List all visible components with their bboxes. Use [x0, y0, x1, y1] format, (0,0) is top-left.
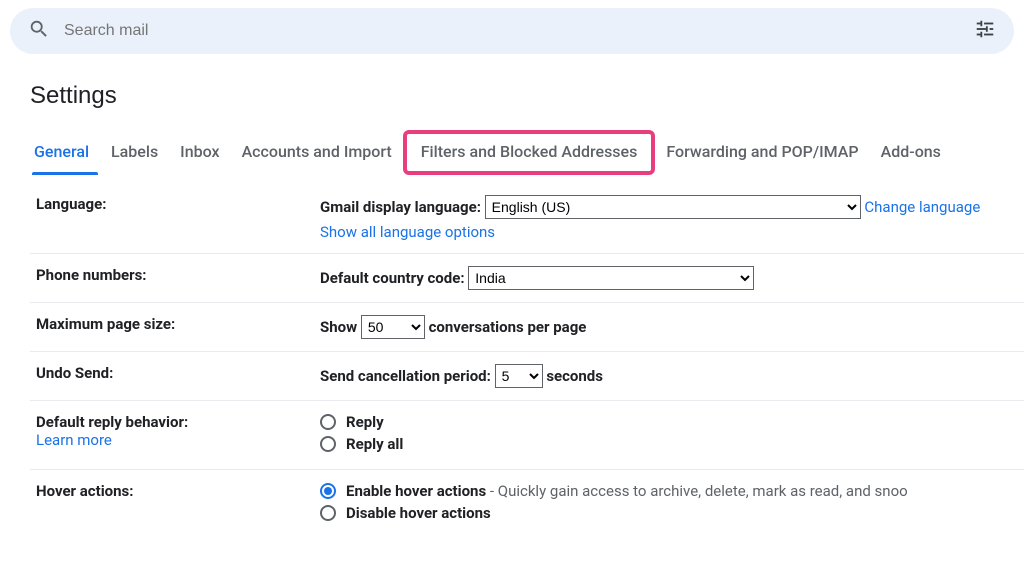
- label-cancellation: Send cancellation period:: [320, 367, 491, 385]
- label-country-code: Default country code:: [320, 269, 465, 287]
- tab-addons[interactable]: Add-ons: [870, 134, 952, 175]
- label-show: Show: [320, 318, 357, 336]
- row-phone: Phone numbers: Default country code: Ind…: [30, 254, 1024, 303]
- label-undo: Undo Send:: [36, 364, 113, 382]
- label-disable-hover: Disable hover actions: [346, 504, 491, 522]
- settings-tabs: General Labels Inbox Accounts and Import…: [30, 134, 1024, 175]
- row-hover: Hover actions: Enable hover actions - Qu…: [30, 470, 1024, 538]
- select-pagesize[interactable]: 50: [361, 315, 425, 339]
- label-opt-replyall: Reply all: [346, 435, 403, 453]
- tab-accounts[interactable]: Accounts and Import: [231, 134, 403, 175]
- tab-forwarding[interactable]: Forwarding and POP/IMAP: [655, 134, 869, 175]
- label-phone: Phone numbers:: [36, 266, 147, 284]
- settings-panel: Settings General Labels Inbox Accounts a…: [0, 64, 1024, 538]
- search-input[interactable]: [64, 22, 974, 40]
- row-language: Language: Gmail display language: Englis…: [30, 183, 1024, 254]
- label-display-language: Gmail display language:: [320, 198, 481, 216]
- search-bar: [10, 8, 1014, 54]
- row-pagesize: Maximum page size: Show 50 conversations…: [30, 303, 1024, 352]
- tab-filters-blocked[interactable]: Filters and Blocked Addresses: [403, 130, 656, 175]
- select-undo-period[interactable]: 5: [495, 364, 543, 388]
- label-seconds: seconds: [546, 367, 603, 385]
- row-undo: Undo Send: Send cancellation period: 5 s…: [30, 352, 1024, 401]
- select-country-code[interactable]: India: [468, 266, 754, 290]
- link-change-language[interactable]: Change language: [864, 198, 980, 216]
- tab-general[interactable]: General: [30, 134, 100, 175]
- page-title: Settings: [30, 82, 1024, 110]
- link-learn-more[interactable]: Learn more: [36, 431, 112, 449]
- row-reply-behavior: Default reply behavior: Learn more Reply…: [30, 401, 1024, 470]
- select-display-language[interactable]: English (US): [485, 195, 861, 219]
- radio-reply-all[interactable]: [320, 436, 336, 452]
- search-icon[interactable]: [28, 18, 50, 44]
- tune-icon[interactable]: [974, 18, 996, 44]
- label-opt-reply: Reply: [346, 413, 384, 431]
- label-enable-hover: Enable hover actions: [346, 482, 486, 500]
- label-reply: Default reply behavior:: [36, 413, 188, 431]
- label-hover: Hover actions:: [36, 482, 133, 500]
- label-enable-hover-desc: - Quickly gain access to archive, delete…: [486, 482, 908, 500]
- radio-disable-hover[interactable]: [320, 505, 336, 521]
- link-show-all-languages[interactable]: Show all language options: [320, 223, 495, 241]
- label-pagesize: Maximum page size:: [36, 315, 175, 333]
- label-conversations: conversations per page: [429, 318, 587, 336]
- tab-labels[interactable]: Labels: [100, 134, 169, 175]
- settings-rows: Language: Gmail display language: Englis…: [30, 183, 1024, 538]
- label-language: Language:: [36, 195, 106, 213]
- radio-reply[interactable]: [320, 414, 336, 430]
- tab-inbox[interactable]: Inbox: [169, 134, 230, 175]
- radio-enable-hover[interactable]: [320, 483, 336, 499]
